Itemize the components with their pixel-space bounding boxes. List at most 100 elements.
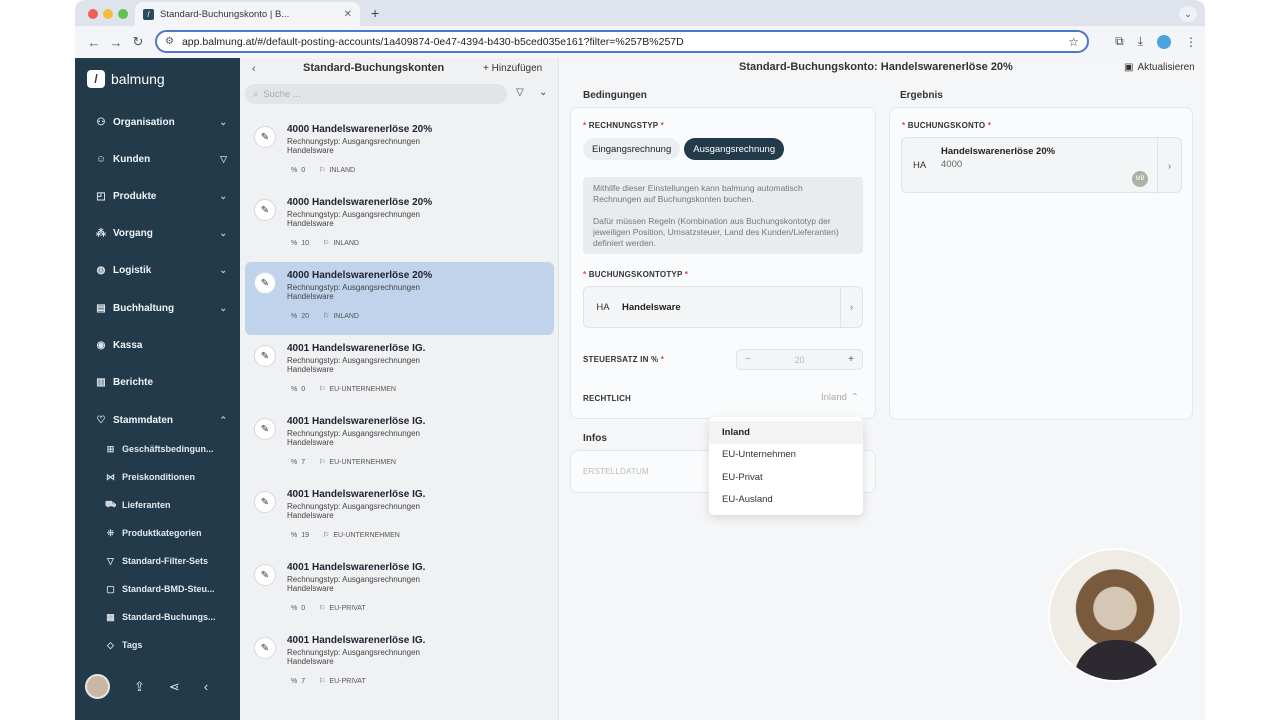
list-item[interactable]: ✎ 4001 Handelswarenerlöse IG. Rechnungst…	[245, 408, 554, 481]
close-window-button[interactable]	[88, 9, 98, 19]
account-list: ✎ 4000 Handelswarenerlöse 20% Rechnungst…	[245, 116, 554, 700]
sidebar-item-vorgang[interactable]: ⁂ Vorgang ⌄	[95, 223, 227, 243]
edit-pencil-icon[interactable]: ✎	[254, 418, 276, 440]
item-title: 4000 Handelswarenerlöse 20%	[287, 197, 433, 208]
plus-icon[interactable]: +	[848, 354, 854, 365]
forward-arrow-icon[interactable]: →	[105, 35, 127, 50]
sidebar-subitem-produktkategorien[interactable]: ⁜ Produktkategorien	[105, 524, 229, 542]
sidebar-subitem-preiskonditionen[interactable]: ⋈ Preiskonditionen	[105, 468, 229, 486]
chevron-down-icon[interactable]: ⌄	[539, 87, 547, 98]
legal-select[interactable]: Inland ⌃	[821, 392, 859, 403]
new-tab-icon[interactable]: +	[371, 5, 379, 21]
reload-icon[interactable]: ↻	[127, 34, 149, 50]
chevron-right-icon[interactable]: ›	[840, 286, 862, 328]
flag-icon: ⚐	[319, 386, 326, 393]
search-input[interactable]: ⌕ Suche ...	[245, 84, 507, 104]
dropdown-option-inland[interactable]: Inland	[709, 421, 863, 444]
item-tags: % 10 ⚐ INLAND	[291, 239, 359, 248]
list-item-selected[interactable]: ✎ 4000 Handelswarenerlöse 20% Rechnungst…	[245, 262, 554, 335]
list-item[interactable]: ✎ 4001 Handelswarenerlöse IG. Rechnungst…	[245, 335, 554, 408]
address-bar[interactable]: ⚙ app.balmung.at/#/default-posting-accou…	[155, 30, 1089, 53]
download-icon[interactable]: ⤓	[1138, 34, 1143, 49]
filter-icon[interactable]: ▽	[516, 87, 524, 98]
share-icon[interactable]: ⋖	[169, 679, 180, 695]
flag-icon: ⚐	[319, 678, 326, 685]
account-select[interactable]: HA Handelswarenerlöse 20% 4000 MB ›	[901, 137, 1182, 194]
item-tags: % 0 ⚐ INLAND	[291, 166, 355, 175]
dropdown-option-eu-ausland[interactable]: EU-Ausland	[709, 489, 863, 512]
region-value: EU-PRIVAT	[329, 604, 366, 612]
edit-pencil-icon[interactable]: ✎	[254, 126, 276, 148]
sidebar-item-berichte[interactable]: ▥ Berichte	[95, 372, 227, 392]
menu-dots-icon[interactable]: ⋮	[1185, 35, 1197, 49]
collapse-sidebar-icon[interactable]: ‹	[204, 679, 208, 694]
account-type-select[interactable]: HA Handelsware ›	[583, 286, 863, 328]
sidebar-subitem-standard-buchungskonten[interactable]: ▦ Standard-Buchungs...	[105, 608, 229, 626]
tax-tag: % 0	[291, 604, 305, 612]
tab-list-chevron-icon[interactable]: ⌄	[1179, 6, 1197, 22]
upload-icon[interactable]: ⇪	[134, 679, 145, 695]
avatar[interactable]	[85, 674, 110, 699]
handshake-icon: ⊞	[106, 443, 115, 454]
sidebar-item-label: Stammdaten	[113, 414, 174, 426]
sidebar-subitem-lieferanten[interactable]: ⛟ Lieferanten	[105, 496, 229, 514]
invoice-type-option-incoming[interactable]: Eingangsrechnung	[583, 138, 681, 160]
tax-rate-stepper[interactable]: − 20 +	[736, 349, 863, 370]
edit-pencil-icon[interactable]: ✎	[254, 637, 276, 659]
profile-icon[interactable]	[1157, 34, 1171, 49]
sidebar-item-organisation[interactable]: ⚇ Organisation ⌄	[95, 112, 227, 132]
minus-icon[interactable]: −	[745, 354, 751, 365]
site-settings-icon[interactable]: ⚙	[165, 36, 174, 47]
sidebar-item-buchhaltung[interactable]: ▤ Buchhaltung ⌄	[95, 298, 227, 318]
edit-pencil-icon[interactable]: ✎	[254, 491, 276, 513]
invoice-type-label-text: RECHNUNGSTYP	[588, 121, 659, 130]
legal-label: RECHTLICH	[583, 394, 632, 403]
account-abbr: HA	[913, 160, 927, 171]
filter-icon[interactable]: ▽	[220, 154, 227, 165]
sidebar-subitem-label: Standard-Buchungs...	[122, 612, 216, 622]
sidebar-subitem-geschaeftsbedingungen[interactable]: ⊞ Geschäftsbedingun...	[105, 440, 229, 458]
flag-icon: ⚐	[323, 313, 330, 320]
refresh-button[interactable]: ▣ Aktualisieren	[1124, 62, 1195, 73]
item-title: 4000 Handelswarenerlöse 20%	[287, 124, 433, 135]
chevron-down-icon: ⌄	[219, 264, 227, 275]
sidebar-item-produkte[interactable]: ◰ Produkte ⌄	[95, 186, 227, 206]
invoice-type-option-outgoing[interactable]: Ausgangsrechnung	[684, 138, 785, 160]
list-item[interactable]: ✎ 4001 Handelswarenerlöse IG. Rechnungst…	[245, 481, 554, 554]
list-item[interactable]: ✎ 4000 Handelswarenerlöse 20% Rechnungst…	[245, 116, 554, 189]
item-account-type: Handelsware	[287, 146, 334, 155]
sidebar-subitem-label: Standard-Filter-Sets	[122, 556, 209, 566]
sidebar-subitem-tags[interactable]: ◇ Tags	[105, 636, 229, 654]
bookmark-star-icon[interactable]: ☆	[1068, 35, 1079, 49]
sidebar-item-kassa[interactable]: ◉ Kassa	[95, 335, 227, 355]
browser-tab[interactable]: / Standard-Buchungskonto | B... ✕	[135, 2, 360, 26]
item-invoice-type: Rechnungstyp: Ausgangsrechnungen	[287, 648, 420, 657]
sidebar-item-kunden[interactable]: ☺ Kunden ▽	[95, 149, 227, 169]
sidebar-subitem-standard-filter-sets[interactable]: ▽ Standard-Filter-Sets	[105, 552, 229, 570]
list-item[interactable]: ✎ 4000 Handelswarenerlöse 20% Rechnungst…	[245, 189, 554, 262]
dropdown-option-eu-privat[interactable]: EU-Privat	[709, 466, 863, 489]
add-button[interactable]: + Hinzufügen	[483, 63, 542, 74]
account-type-label-text: BUCHUNGSKONTOTYP	[588, 270, 683, 279]
chevron-right-icon[interactable]: ›	[1157, 138, 1181, 194]
tab-close-icon[interactable]: ✕	[344, 9, 352, 20]
back-arrow-icon[interactable]: ←	[83, 35, 105, 50]
brand-logo[interactable]: / balmung	[87, 70, 165, 88]
extensions-icon[interactable]: ⧉	[1115, 34, 1124, 49]
list-item[interactable]: ✎ 4001 Handelswarenerlöse IG. Rechnungst…	[245, 627, 554, 700]
sidebar-item-stammdaten[interactable]: ♡ Stammdaten ⌃	[95, 410, 227, 430]
tax-rate-value[interactable]: 20	[794, 355, 804, 365]
dropdown-option-eu-unternehmen[interactable]: EU-Unternehmen	[709, 444, 863, 467]
chevron-left-icon[interactable]: ‹	[252, 63, 256, 75]
edit-pencil-icon[interactable]: ✎	[254, 564, 276, 586]
sidebar-subitem-standard-bmd-steuer[interactable]: ▢ Standard-BMD-Steu...	[105, 580, 229, 598]
edit-pencil-icon[interactable]: ✎	[254, 199, 276, 221]
list-item[interactable]: ✎ 4001 Handelswarenerlöse IG. Rechnungst…	[245, 554, 554, 627]
edit-pencil-icon[interactable]: ✎	[254, 272, 276, 294]
edit-pencil-icon[interactable]: ✎	[254, 345, 276, 367]
maximize-window-button[interactable]	[118, 9, 128, 19]
minimize-window-button[interactable]	[103, 9, 113, 19]
sidebar-item-logistik[interactable]: ◍ Logistik ⌄	[95, 260, 227, 280]
tax-tag: % 20	[291, 312, 309, 320]
percent-icon: %	[291, 166, 298, 174]
